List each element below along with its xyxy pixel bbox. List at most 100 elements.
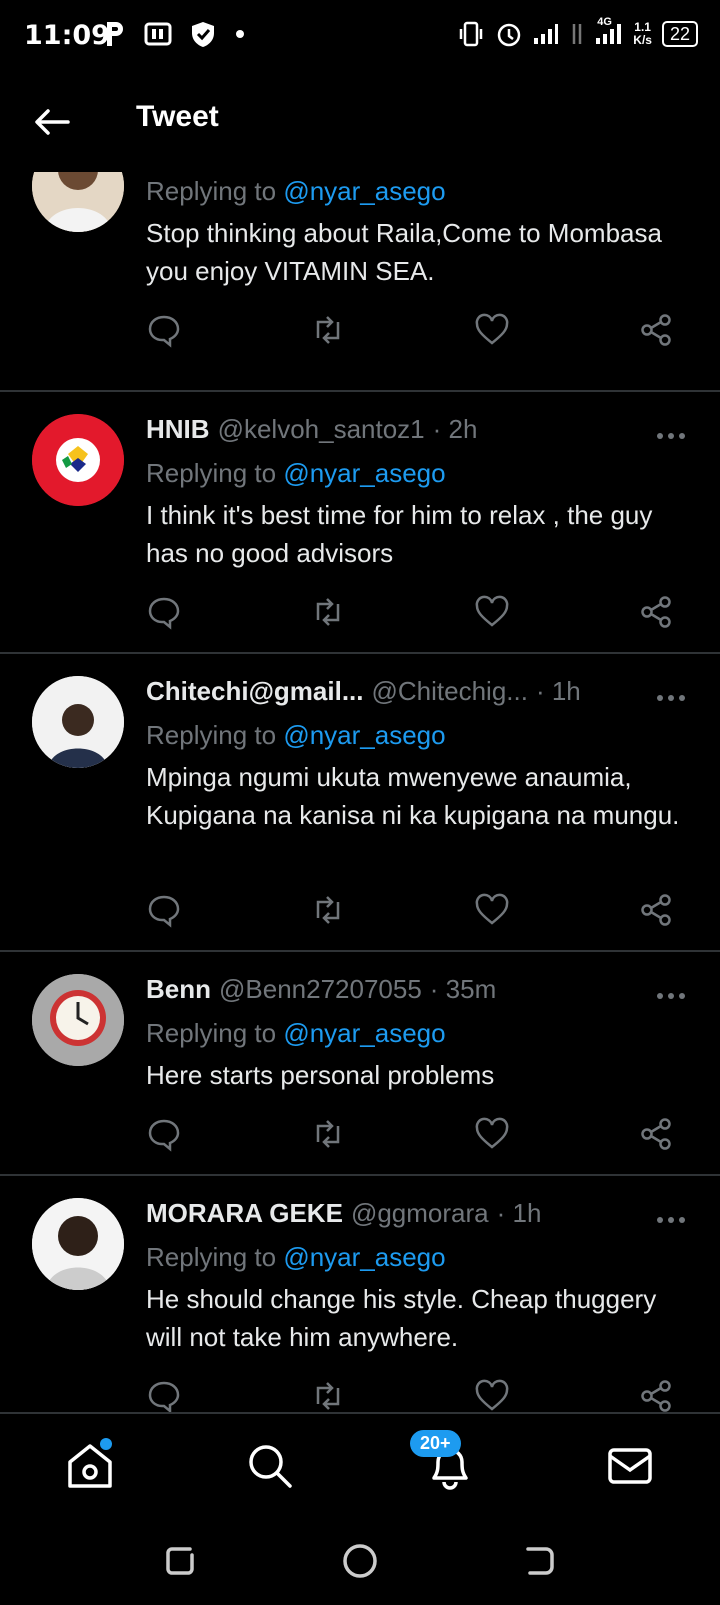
home-unread-dot: [100, 1438, 112, 1450]
like-icon[interactable]: [474, 1378, 510, 1412]
tweet-item[interactable]: Chitechi@gmail... @Chitechig... · 1h Rep…: [0, 654, 720, 952]
tweet-header: Benn @Benn27207055 · 35m: [146, 974, 496, 1005]
share-icon[interactable]: [638, 1378, 674, 1412]
news-app-icon: [144, 22, 172, 46]
page-title: Tweet: [136, 100, 219, 133]
more-options-icon[interactable]: [656, 992, 686, 1000]
avatar[interactable]: [32, 676, 124, 768]
notifications-badge: 20+: [410, 1430, 461, 1457]
user-handle[interactable]: @Benn27207055: [219, 974, 422, 1005]
more-options-icon[interactable]: [656, 1216, 686, 1224]
tweet-item[interactable]: Benn @Benn27207055 · 35m Replying to @ny…: [0, 952, 720, 1176]
avatar[interactable]: [32, 974, 124, 1066]
tweet-item[interactable]: MORARA GEKE @ggmorara · 1h Replying to @…: [0, 1176, 720, 1412]
replying-prefix: Replying to: [146, 458, 277, 488]
reply-icon[interactable]: [146, 1378, 182, 1412]
replying-to-line: Replying to @nyar_asego: [146, 1018, 446, 1049]
tweet-timestamp: · 2h: [432, 414, 478, 444]
retweet-icon[interactable]: [310, 1116, 346, 1152]
reply-icon[interactable]: [146, 1116, 182, 1152]
status-time: 11:09: [24, 20, 110, 51]
replying-prefix: Replying to: [146, 1242, 277, 1272]
replying-to-line: Replying to @nyar_asego: [146, 720, 446, 751]
share-icon[interactable]: [638, 892, 674, 928]
network-indicator: 4G: [595, 16, 623, 46]
battery-indicator: 22: [661, 21, 698, 47]
reply-icon[interactable]: [146, 892, 182, 928]
retweet-icon[interactable]: [310, 892, 346, 928]
mention-link[interactable]: @nyar_asego: [283, 720, 445, 750]
parking-app-icon: [107, 22, 123, 46]
tweet-text: Mpinga ngumi ukuta mwenyewe anaumia, Kup…: [146, 762, 680, 830]
avatar[interactable]: [32, 414, 124, 506]
data-arrows-icon: [573, 24, 582, 44]
share-icon[interactable]: [638, 594, 674, 630]
share-icon[interactable]: [638, 1116, 674, 1152]
search-icon[interactable]: [244, 1440, 296, 1492]
tweet-actions: [146, 1116, 686, 1152]
replying-to-line: Replying to @nyar_asego: [146, 458, 446, 489]
retweet-icon[interactable]: [310, 1378, 346, 1412]
replies-feed[interactable]: Replying to @nyar_asego Stop thinking ab…: [0, 140, 720, 1412]
tweet-item[interactable]: Replying to @nyar_asego Stop thinking ab…: [0, 140, 720, 392]
user-handle[interactable]: @ggmorara: [351, 1198, 489, 1229]
tweet-timestamp: · 1h: [535, 676, 581, 706]
tweet-actions: [146, 892, 686, 928]
mention-link[interactable]: @nyar_asego: [283, 176, 445, 206]
dot-icon: [236, 30, 244, 38]
display-name[interactable]: Benn: [146, 974, 211, 1005]
like-icon[interactable]: [474, 594, 510, 630]
tweet-actions: [146, 312, 686, 348]
more-options-icon[interactable]: [656, 694, 686, 702]
mention-link[interactable]: @nyar_asego: [283, 1018, 445, 1048]
mention-link[interactable]: @nyar_asego: [283, 1242, 445, 1272]
tweet-text: Stop thinking about Raila,Come to Mombas…: [146, 218, 662, 286]
avatar-photo: [32, 1198, 124, 1290]
status-right-icons: 4G 1.1 K/s 22: [457, 16, 698, 48]
reply-icon[interactable]: [146, 312, 182, 348]
like-icon[interactable]: [474, 312, 510, 348]
retweet-icon[interactable]: [310, 312, 346, 348]
like-icon[interactable]: [474, 892, 510, 928]
more-options-icon[interactable]: [656, 432, 686, 440]
tweet-actions: [146, 594, 686, 630]
back-arrow-icon[interactable]: [32, 102, 72, 142]
net-speed: 1.1 K/s: [633, 21, 652, 47]
display-name[interactable]: Chitechi@gmail...: [146, 676, 364, 707]
vibrate-icon: [460, 21, 483, 47]
reply-icon[interactable]: [146, 594, 182, 630]
tweet-actions: [146, 1378, 686, 1412]
tweet-timestamp: · 1h: [496, 1198, 542, 1228]
signal-icon: [534, 24, 559, 44]
tweet-header: MORARA GEKE @ggmorara · 1h: [146, 1198, 541, 1229]
replying-prefix: Replying to: [146, 1018, 277, 1048]
network-type: 4G: [597, 16, 612, 28]
display-name[interactable]: HNIB: [146, 414, 210, 445]
tweet-header: HNIB @kelvoh_santoz1 · 2h: [146, 414, 477, 445]
status-bar: 11:09 4G 1.1 K/s 22: [0, 0, 720, 72]
tweet-item[interactable]: HNIB @kelvoh_santoz1 · 2h Replying to @n…: [0, 392, 720, 654]
replying-prefix: Replying to: [146, 720, 277, 750]
share-icon[interactable]: [638, 312, 674, 348]
recent-apps-icon[interactable]: [160, 1541, 200, 1581]
net-speed-value: 1.1: [634, 20, 651, 34]
home-circle-icon[interactable]: [340, 1541, 380, 1581]
back-nav-icon[interactable]: [520, 1541, 560, 1581]
replying-to-line: Replying to @nyar_asego: [146, 1242, 446, 1273]
user-handle[interactable]: @Chitechig...: [372, 676, 528, 707]
tweet-text: I think it's best time for him to relax …: [146, 500, 653, 568]
display-name[interactable]: MORARA GEKE: [146, 1198, 343, 1229]
replying-to-line: Replying to @nyar_asego: [146, 176, 446, 207]
tweet-text: Here starts personal problems: [146, 1060, 495, 1090]
like-icon[interactable]: [474, 1116, 510, 1152]
system-nav-bar: [0, 1517, 720, 1605]
user-handle[interactable]: @kelvoh_santoz1: [218, 414, 425, 445]
retweet-icon[interactable]: [310, 594, 346, 630]
messages-envelope-icon[interactable]: [604, 1440, 656, 1492]
avatar-photo: [32, 676, 124, 768]
hustler-nation-logo: [32, 414, 124, 506]
avatar[interactable]: [32, 1198, 124, 1290]
net-speed-unit: K/s: [633, 33, 652, 47]
status-left-icons: [104, 20, 246, 48]
mention-link[interactable]: @nyar_asego: [283, 458, 445, 488]
